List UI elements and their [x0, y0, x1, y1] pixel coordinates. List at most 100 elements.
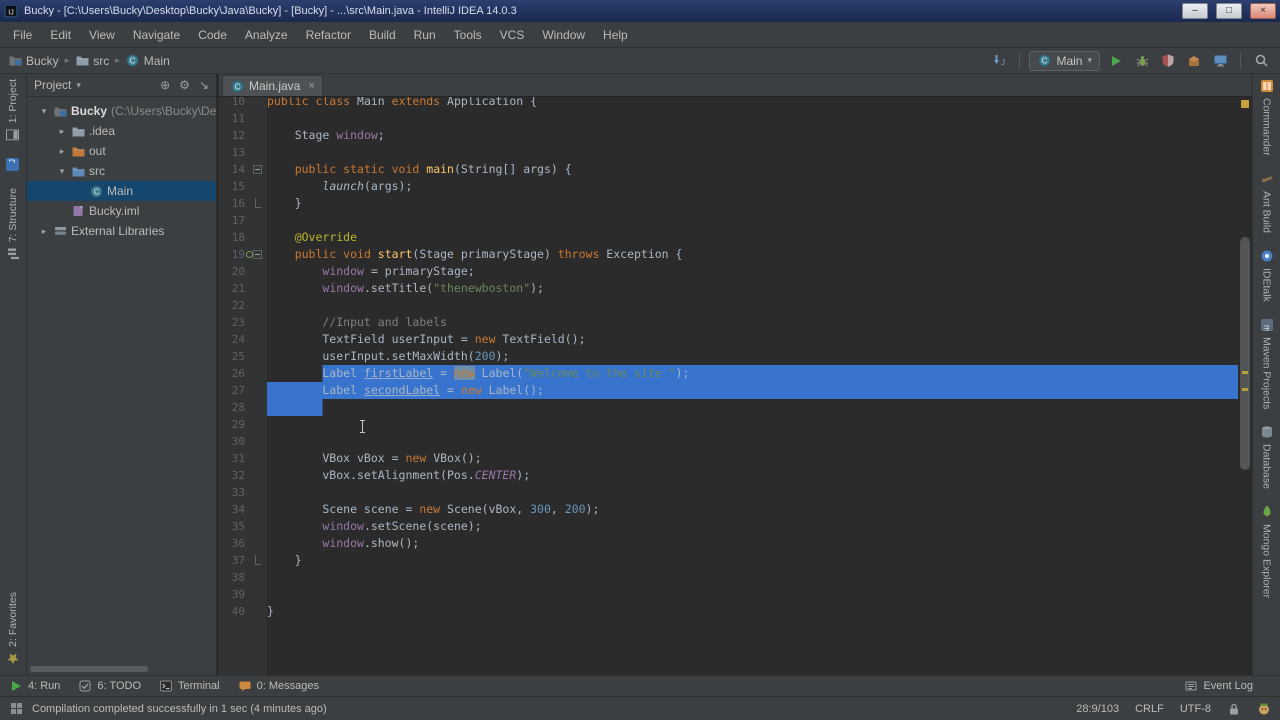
scrollbar-thumb[interactable]	[1240, 237, 1250, 470]
toolwindow-button-idetalk[interactable]: IDEtalk	[1260, 249, 1274, 302]
tree-item-external-libraries[interactable]: ▸ External Libraries	[27, 221, 216, 241]
fold-end-icon[interactable]	[255, 198, 261, 208]
toolwindow-button-4-run[interactable]: 4: Run	[9, 679, 60, 693]
menu-help[interactable]: Help	[594, 24, 637, 46]
tree-item-out[interactable]: ▸ out	[27, 141, 216, 161]
tree-item-src[interactable]: ▾ src	[27, 161, 216, 181]
toolwindow-button-terminal[interactable]: Terminal	[159, 679, 220, 693]
menu-file[interactable]: File	[4, 24, 41, 46]
monitor-button[interactable]	[1209, 50, 1231, 72]
tree-item-bucky[interactable]: ▾ Bucky(C:\Users\Bucky\Desk	[27, 101, 216, 121]
toolwindow-button-commander[interactable]: Commander	[1260, 79, 1274, 156]
debug-button[interactable]	[1131, 50, 1153, 72]
fold-end-icon[interactable]	[255, 555, 261, 565]
code-line-39[interactable]	[267, 586, 1238, 603]
tree-item-main[interactable]: C Main	[27, 181, 216, 201]
close-tab-icon[interactable]: ×	[308, 80, 314, 92]
encoding-indicator[interactable]: UTF-8	[1180, 703, 1211, 715]
code-line-33[interactable]	[267, 484, 1238, 501]
code-line-40[interactable]: }	[267, 603, 1238, 620]
code-line-25[interactable]: userInput.setMaxWidth(200);	[267, 348, 1238, 365]
code-line-19[interactable]: public void start(Stage primaryStage) th…	[267, 246, 1238, 263]
menu-vcs[interactable]: VCS	[491, 24, 534, 46]
code-line-29[interactable]	[267, 416, 1238, 433]
code-line-12[interactable]: Stage window;	[267, 127, 1238, 144]
code-line-35[interactable]: window.setScene(scene);	[267, 518, 1238, 535]
collapse-all-icon[interactable]: ⊕	[160, 78, 170, 92]
warning-stripe-mark[interactable]	[1242, 388, 1248, 391]
status-message[interactable]: Compilation completed successfully in 1 …	[32, 703, 327, 715]
breadcrumb-item-bucky[interactable]: Bucky	[8, 54, 59, 68]
menu-view[interactable]: View	[80, 24, 124, 46]
fold-start-icon[interactable]	[253, 165, 262, 174]
chevron-right-icon[interactable]: ▸	[39, 226, 49, 237]
coverage-button[interactable]	[1157, 50, 1179, 72]
toolwindow-button-2-favorites[interactable]: 2: Favorites	[6, 592, 20, 666]
toolwindow-button-1-project[interactable]: 1: Project	[6, 79, 20, 142]
hector-icon-slot[interactable]	[1257, 702, 1271, 716]
menu-navigate[interactable]: Navigate	[124, 24, 189, 46]
editor-scrollbar[interactable]	[1238, 97, 1252, 675]
code-line-24[interactable]: TextField userInput = new TextField();	[267, 331, 1238, 348]
code-line-21[interactable]: window.setTitle("thenewboston");	[267, 280, 1238, 297]
toolwindow-button-mongo-explorer[interactable]: Mongo Explorer	[1260, 505, 1274, 598]
chevron-right-icon[interactable]: ▸	[57, 126, 67, 137]
code-line-13[interactable]	[267, 144, 1238, 161]
code-line-18[interactable]: @Override	[267, 229, 1238, 246]
code-line-36[interactable]: window.show();	[267, 535, 1238, 552]
menu-run[interactable]: Run	[405, 24, 445, 46]
toolwindow-switcher-icon-slot[interactable]	[9, 702, 23, 716]
code-line-11[interactable]	[267, 110, 1238, 127]
menu-tools[interactable]: Tools	[445, 24, 491, 46]
search-everywhere-button[interactable]	[1250, 50, 1272, 72]
caret-position[interactable]: 28:9/103	[1076, 703, 1119, 715]
run-button[interactable]	[1105, 50, 1127, 72]
toolwindow-button-database[interactable]: Database	[1260, 425, 1274, 489]
package-button[interactable]	[1183, 50, 1205, 72]
toolwindow-button-jtool[interactable]: J	[6, 158, 20, 172]
code-line-31[interactable]: VBox vBox = new VBox();	[267, 450, 1238, 467]
chevron-down-icon[interactable]: ▾	[76, 80, 81, 91]
code-line-28[interactable]	[267, 399, 1238, 416]
menu-build[interactable]: Build	[360, 24, 405, 46]
code-line-38[interactable]	[267, 569, 1238, 586]
code-line-32[interactable]: vBox.setAlignment(Pos.CENTER);	[267, 467, 1238, 484]
project-panel-title[interactable]: Project	[34, 78, 71, 92]
lock-icon-slot[interactable]	[1227, 702, 1241, 716]
fold-start-icon[interactable]	[253, 250, 262, 259]
menu-refactor[interactable]: Refactor	[297, 24, 360, 46]
code-line-34[interactable]: Scene scene = new Scene(vBox, 300, 200);	[267, 501, 1238, 518]
code-line-30[interactable]	[267, 433, 1238, 450]
close-button[interactable]: ×	[1250, 3, 1276, 19]
run-configuration-select[interactable]: C Main ▾	[1029, 50, 1100, 71]
inspection-status-icon[interactable]	[1241, 100, 1249, 108]
menu-edit[interactable]: Edit	[41, 24, 80, 46]
maximize-button[interactable]: □	[1216, 3, 1242, 19]
line-separator-indicator[interactable]: CRLF	[1135, 703, 1164, 715]
code-line-26[interactable]: Label firstLabel = new Label("Welcome to…	[267, 365, 1238, 382]
toolwindow-button-0-messages[interactable]: 0: Messages	[238, 679, 319, 693]
breadcrumb-item-main[interactable]: C Main	[126, 54, 170, 68]
settings-gear-icon[interactable]: ⚙	[179, 78, 190, 92]
code-line-37[interactable]: }	[267, 552, 1238, 569]
code-area[interactable]: public class Main extends Application { …	[267, 97, 1238, 675]
hide-panel-icon[interactable]: ↘	[199, 78, 209, 92]
warning-stripe-mark[interactable]	[1242, 371, 1248, 374]
code-line-17[interactable]	[267, 212, 1238, 229]
menu-window[interactable]: Window	[533, 24, 594, 46]
breadcrumb-item-src[interactable]: src	[75, 54, 109, 68]
code-line-14[interactable]: public static void main(String[] args) {	[267, 161, 1238, 178]
toolwindow-button-7-structure[interactable]: 7: Structure	[6, 188, 20, 261]
code-line-23[interactable]: //Input and labels	[267, 314, 1238, 331]
tree-item-bucky-iml[interactable]: Bucky.iml	[27, 201, 216, 221]
toolwindow-button-6-todo[interactable]: 6: TODO	[78, 679, 141, 693]
code-line-10[interactable]: public class Main extends Application {	[267, 97, 1238, 110]
menu-analyze[interactable]: Analyze	[236, 24, 297, 46]
tree-item-idea[interactable]: ▸ .idea	[27, 121, 216, 141]
code-line-15[interactable]: launch(args);	[267, 178, 1238, 195]
toolwindow-button-maven-projects[interactable]: m Maven Projects	[1260, 318, 1274, 409]
code-line-22[interactable]	[267, 297, 1238, 314]
update-project-button[interactable]: J	[988, 50, 1010, 72]
code-line-20[interactable]: window = primaryStage;	[267, 263, 1238, 280]
chevron-down-icon[interactable]: ▾	[57, 166, 67, 177]
